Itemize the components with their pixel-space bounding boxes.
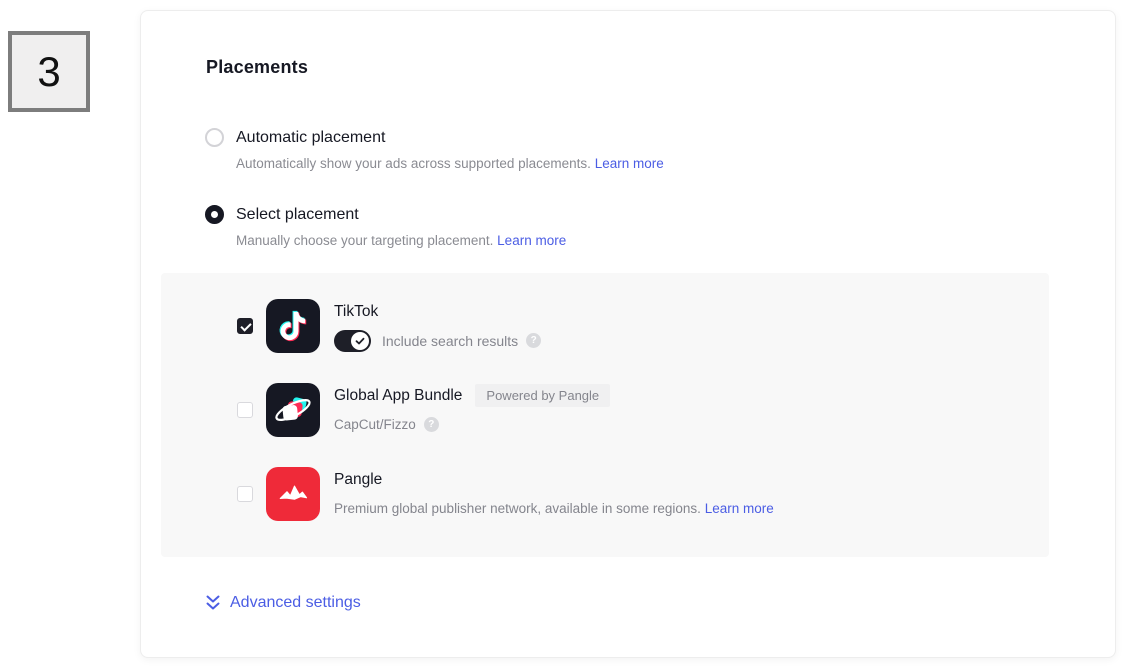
advanced-settings-link[interactable]: Advanced settings xyxy=(205,594,361,612)
step-number: 3 xyxy=(37,48,60,96)
tiktok-label: TikTok xyxy=(334,303,378,321)
step-number-box: 3 xyxy=(8,31,90,112)
select-placement-label[interactable]: Select placement xyxy=(236,206,359,224)
include-search-results-label: Include search results xyxy=(382,333,518,349)
tiktok-info-icon[interactable]: ? xyxy=(526,333,541,348)
include-search-results-toggle[interactable] xyxy=(334,330,371,352)
placement-list-panel: TikTok Include search results ? xyxy=(161,273,1049,557)
double-chevron-down-icon xyxy=(205,594,221,612)
powered-by-pangle-badge: Powered by Pangle xyxy=(475,384,610,407)
pangle-label: Pangle xyxy=(334,471,382,489)
global-app-bundle-logo-icon xyxy=(266,383,320,437)
toggle-check-icon xyxy=(351,332,369,350)
page: 3 Placements Automatic placement Automat… xyxy=(0,0,1132,672)
placement-row-pangle: Pangle Premium global publisher network,… xyxy=(237,467,1019,521)
pangle-checkbox[interactable] xyxy=(237,486,253,502)
pangle-logo-icon xyxy=(266,467,320,521)
tiktok-checkbox[interactable] xyxy=(237,318,253,334)
section-title: Placements xyxy=(206,57,308,78)
automatic-placement-description: Automatically show your ads across suppo… xyxy=(236,156,664,171)
tiktok-logo-icon xyxy=(266,299,320,353)
automatic-placement-option: Automatic placement Automatically show y… xyxy=(205,128,664,171)
global-app-bundle-checkbox[interactable] xyxy=(237,402,253,418)
select-placement-option: Select placement Manually choose your ta… xyxy=(205,205,566,248)
placements-card: Placements Automatic placement Automatic… xyxy=(140,10,1116,658)
placement-row-global-app-bundle: Global App Bundle Powered by Pangle CapC… xyxy=(237,383,1019,437)
automatic-placement-learn-more-link[interactable]: Learn more xyxy=(595,156,664,171)
select-placement-radio[interactable] xyxy=(205,205,224,224)
select-placement-learn-more-link[interactable]: Learn more xyxy=(497,233,566,248)
pangle-description: Premium global publisher network, availa… xyxy=(334,501,774,516)
advanced-settings-label: Advanced settings xyxy=(230,594,361,612)
select-placement-description: Manually choose your targeting placement… xyxy=(236,233,566,248)
automatic-placement-label[interactable]: Automatic placement xyxy=(236,129,385,147)
placement-row-tiktok: TikTok Include search results ? xyxy=(237,299,1019,353)
pangle-learn-more-link[interactable]: Learn more xyxy=(705,501,774,516)
global-app-bundle-info-icon[interactable]: ? xyxy=(424,417,439,432)
global-app-bundle-label: Global App Bundle xyxy=(334,387,462,405)
global-app-bundle-subtitle: CapCut/Fizzo xyxy=(334,417,416,432)
automatic-placement-radio[interactable] xyxy=(205,128,224,147)
